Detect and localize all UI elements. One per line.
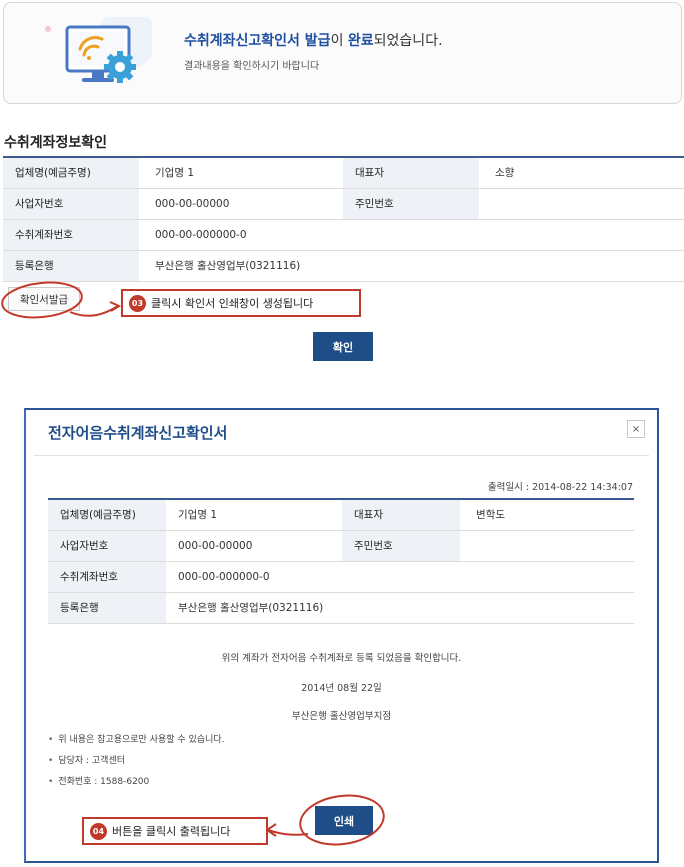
gear-icon (104, 51, 136, 83)
label-business-number: 사업자번호 (48, 530, 166, 562)
list-item: 담당자 : 고객센터 (48, 753, 225, 766)
value-account-number: 000-00-000000-0 (139, 219, 684, 251)
label-bank: 등록은행 (3, 250, 139, 282)
table-row: 등록은행 부산은행 홀산영업부(0321116) (48, 592, 634, 624)
label-resident-number: 주민번호 (343, 188, 479, 220)
label-representative: 대표자 (342, 499, 460, 531)
certificate-info-table: 업체명(예금주명) 기업명 1 대표자 변학도 사업자번호 000-00-000… (48, 498, 634, 624)
value-representative: 변학도 (460, 499, 634, 531)
value-account-number: 000-00-000000-0 (166, 561, 634, 593)
label-resident-number: 주민번호 (342, 530, 460, 562)
banner-title-connector: 이 (330, 33, 348, 49)
close-icon[interactable]: × (627, 420, 645, 438)
annotation-note-03: 03 클릭시 확인서 인쇄창이 생성됩니다 (121, 289, 361, 317)
table-row: 사업자번호 000-00-00000 주민번호 (48, 530, 634, 562)
list-item: 전화번호 : 1588-6200 (48, 774, 225, 787)
label-account-number: 수취계좌번호 (48, 561, 166, 593)
banner-title: 수취계좌신고확인서 발급이 완료되었습니다. (184, 30, 443, 50)
modal-title: 전자어음수취계좌신고확인서 (48, 424, 228, 442)
value-business-number: 000-00-00000 (139, 188, 343, 220)
value-company: 기업명 1 (166, 499, 342, 531)
annotation-note-04: 04 버튼을 클릭시 출력됩니다 (82, 817, 268, 845)
value-bank: 부산은행 홀산영업부(0321116) (139, 250, 684, 282)
certificate-modal: 전자어음수취계좌신고확인서 × 출력일시 : 2014-08-22 14:34:… (24, 408, 659, 863)
banner-title-complete: 완료 (347, 33, 374, 49)
label-business-number: 사업자번호 (3, 188, 139, 220)
table-row: 사업자번호 000-00-00000 주민번호 (3, 188, 684, 220)
table-row: 업체명(예금주명) 기업명 1 대표자 소향 (3, 157, 684, 189)
table-row: 수취계좌번호 000-00-000000-0 (3, 219, 684, 251)
notice-list: 위 내용은 참고용으로만 사용할 수 있습니다. 담당자 : 고객센터 전화번호… (48, 732, 225, 795)
value-company: 기업명 1 (139, 157, 343, 189)
label-company: 업체명(예금주명) (48, 499, 166, 531)
value-bank: 부산은행 홀산영업부(0321116) (166, 592, 634, 624)
label-representative: 대표자 (343, 157, 479, 189)
label-account-number: 수취계좌번호 (3, 219, 139, 251)
table-row: 등록은행 부산은행 홀산영업부(0321116) (3, 250, 684, 282)
banner-subtitle: 결과내용을 확인하시기 바랍니다 (184, 61, 320, 72)
annotation-circle (265, 794, 385, 846)
value-resident-number (479, 188, 684, 220)
table-row: 업체명(예금주명) 기업명 1 대표자 변학도 (48, 499, 634, 531)
table-row: 수취계좌번호 000-00-000000-0 (48, 561, 634, 593)
value-resident-number (460, 530, 634, 562)
list-item: 위 내용은 참고용으로만 사용할 수 있습니다. (48, 732, 224, 745)
confirm-button[interactable]: 확인 (313, 332, 373, 361)
annotation-number: 03 (129, 294, 146, 312)
annotation-circle (1, 281, 122, 319)
bank-branch: 부산은행 홀산영업부지점 (291, 711, 392, 722)
monitor-icon (45, 17, 152, 83)
annotation-text: 버튼을 클릭시 출력됩니다 (112, 825, 231, 838)
account-info-table: 업체명(예금주명) 기업명 1 대표자 소향 사업자번호 000-00-0000… (3, 156, 684, 282)
label-company: 업체명(예금주명) (3, 157, 139, 189)
annotation-number: 04 (90, 822, 107, 840)
print-datetime: 출력일시 : 2014-08-22 14:34:07 (487, 482, 633, 493)
success-banner: 수취계좌신고확인서 발급이 완료되었습니다. 결과내용을 확인하시기 바랍니다 (3, 2, 682, 104)
banner-title-end: 되었습니다. (373, 33, 443, 49)
confirmation-date: 2014년 08월 22일 (301, 683, 382, 694)
modal-divider (34, 455, 649, 456)
value-representative: 소향 (479, 157, 684, 189)
banner-title-main: 수취계좌신고확인서 발급 (184, 33, 331, 49)
label-bank: 등록은행 (48, 592, 166, 624)
value-business-number: 000-00-00000 (166, 530, 342, 562)
section-title: 수취계좌정보확인 (4, 135, 108, 151)
confirmation-statement: 위의 계좌가 전자어음 수취계좌로 등록 되었음을 확인합니다. (221, 653, 462, 664)
annotation-text: 클릭시 확인서 인쇄창이 생성됩니다 (151, 297, 314, 310)
